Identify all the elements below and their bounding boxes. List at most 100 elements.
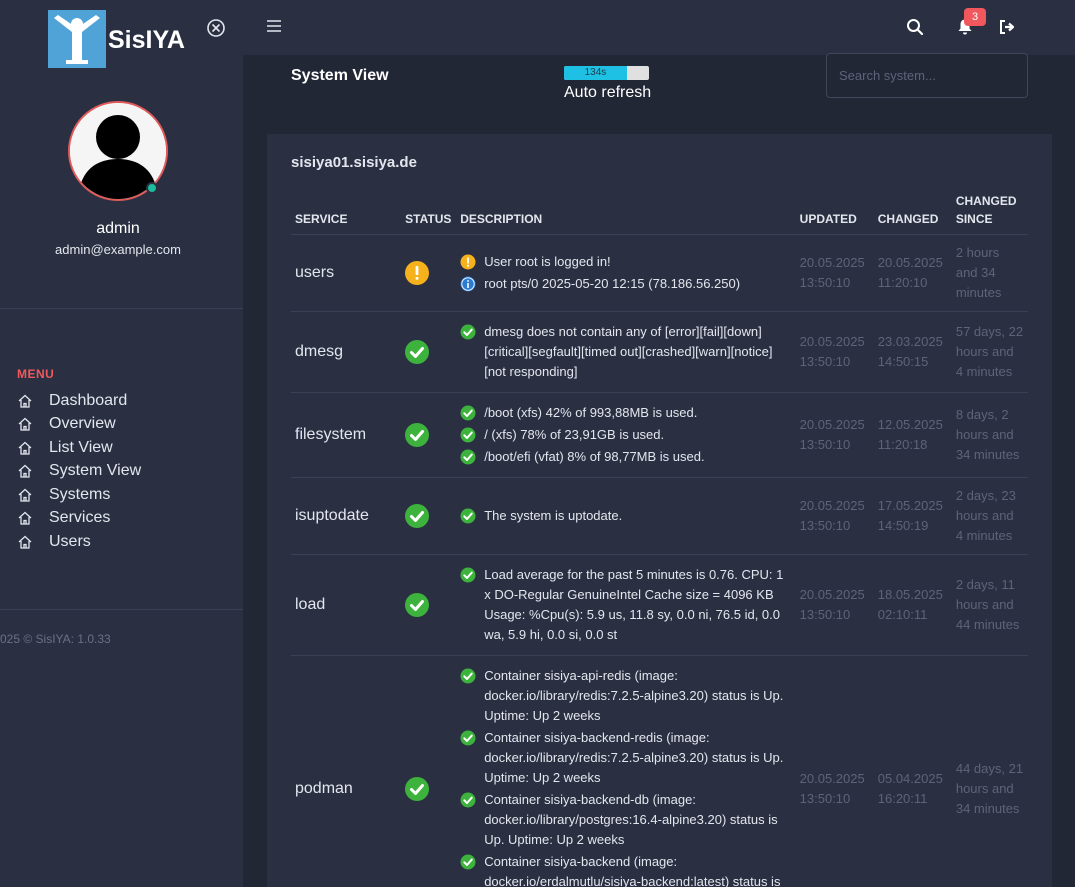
status-message: Container sisiya-backend (image: docker.… [460,852,791,887]
brand-logo[interactable] [48,10,106,68]
updated-time: 20.05.2025 13:50:10 [795,655,874,887]
search-icon[interactable] [906,18,924,36]
sidebar-item-services[interactable]: Services [17,507,141,531]
updated-time: 20.05.2025 13:50:10 [795,477,874,555]
sidebar-item-system-view[interactable]: System View [17,460,141,484]
status-message-text: /boot/efi (vfat) 8% of 98,77MB is used. [484,449,705,464]
check-icon [460,668,476,684]
updated-time: 20.05.2025 13:50:10 [795,392,874,478]
changed-time: 18.05.2025 02:10:11 [873,554,952,656]
table-row[interactable]: filesystem/boot (xfs) 42% of 993,88MB is… [291,392,1028,478]
ok-status-icon [405,423,430,447]
table-row[interactable]: dmesg dmesg does not contain any of [erro… [291,311,1028,393]
search-system-input[interactable] [826,53,1028,98]
column-header-status[interactable]: STATUS [401,192,457,235]
changed-time: 05.04.2025 16:20:11 [873,655,952,887]
service-name[interactable]: podman [291,655,402,887]
status-message-text: Container sisiya-backend-db (image: dock… [484,792,778,847]
check-icon [460,854,476,870]
status-message-text: Container sisiya-backend (image: docker.… [484,854,781,887]
ok-status-icon [405,340,430,364]
changed-since: 2 days, 11 hours and 44 minutes [951,554,1028,656]
sidebar-item-systems[interactable]: Systems [17,483,141,507]
service-name[interactable]: dmesg [291,311,402,393]
warning-status-icon [405,261,430,285]
sidebar-item-dashboard[interactable]: Dashboard [17,389,141,413]
status-message-text: User root is logged in! [484,254,611,269]
column-header-changed[interactable]: CHANGED [873,192,952,235]
check-icon [460,567,476,583]
home-icon [18,441,32,455]
home-icon [18,488,32,502]
warning-icon [460,254,476,270]
service-status [401,234,457,312]
home-icon [18,417,32,431]
updated-time: 20.05.2025 13:50:10 [795,311,874,393]
system-hostname: sisiya01.sisiya.de [291,154,417,171]
column-header-service[interactable]: SERVICE [291,192,402,235]
check-icon [460,427,476,443]
table-header-row: SERVICE STATUS DESCRIPTION UPDATED CHANG… [291,192,1028,235]
check-icon [460,792,476,808]
sidebar-divider [0,308,243,309]
menu-heading: MENU [17,367,55,381]
service-name[interactable]: load [291,554,402,656]
sidebar-nav: Dashboard Overview List View System View… [17,389,141,554]
refresh-progress-bar: 134s [564,66,649,80]
column-header-changed-since[interactable]: CHANGED SINCE [951,192,1028,235]
changed-since: 2 hours and 34 minutes [951,234,1028,312]
status-message-text: Container sisiya-api-redis (image: docke… [484,668,784,723]
status-message: /boot (xfs) 42% of 993,88MB is used. [460,403,791,423]
table-row[interactable]: users User root is logged in! root pts/0 2… [291,234,1028,312]
sidebar-item-list-view[interactable]: List View [17,436,141,460]
column-header-updated[interactable]: UPDATED [795,192,874,235]
status-message: root pts/0 2025-05-20 12:15 (78.186.56.2… [460,274,791,294]
table-row[interactable]: isuptodate The system is uptodate. 20.05.2… [291,477,1028,555]
service-description: /boot (xfs) 42% of 993,88MB is used. / (x… [456,392,796,478]
service-status [401,477,457,555]
hamburger-menu-icon[interactable] [266,18,282,34]
ok-status-icon [405,593,430,617]
logout-icon[interactable] [999,19,1017,35]
service-description: User root is logged in! root pts/0 2025-0… [456,234,796,312]
table-row[interactable]: load Load average for the past 5 minutes … [291,554,1028,656]
home-icon [18,535,32,549]
service-name[interactable]: users [291,234,402,312]
check-icon [460,449,476,465]
close-sidebar-icon[interactable] [206,18,226,38]
updated-time: 20.05.2025 13:50:10 [795,234,874,312]
status-message-text: /boot (xfs) 42% of 993,88MB is used. [484,405,698,420]
home-icon [18,394,32,408]
auto-refresh-label[interactable]: Auto refresh [564,84,651,102]
logo-figure-icon [48,10,106,68]
sidebar: SisIYA admin admin@example.com MENU Dash… [0,0,243,887]
notification-badge: 3 [964,8,986,26]
service-status [401,392,457,478]
service-name[interactable]: filesystem [291,392,402,478]
service-status [401,311,457,393]
status-message-text: / (xfs) 78% of 23,91GB is used. [484,427,665,442]
ok-status-icon [405,504,430,528]
online-status-dot [146,182,158,194]
table-row[interactable]: podman Container sisiya-api-redis (image:… [291,655,1028,887]
status-message: /boot/efi (vfat) 8% of 98,77MB is used. [460,447,791,467]
changed-since: 57 days, 22 hours and 4 minutes [951,311,1028,393]
changed-time: 23.03.2025 14:50:15 [873,311,952,393]
user-name: admin [96,220,140,237]
service-status [401,655,457,887]
changed-time: 20.05.2025 11:20:10 [873,234,952,312]
column-header-description[interactable]: DESCRIPTION [456,192,796,235]
info-icon [460,276,476,292]
service-name[interactable]: isuptodate [291,477,402,555]
status-message-text: root pts/0 2025-05-20 12:15 (78.186.56.2… [484,276,741,291]
check-icon [460,324,476,340]
changed-since: 2 days, 23 hours and 4 minutes [951,477,1028,555]
status-message: / (xfs) 78% of 23,91GB is used. [460,425,791,445]
system-card: sisiya01.sisiya.de SERVICE STATUS DESCRI… [267,134,1052,887]
status-message: The system is uptodate. [460,506,791,526]
service-description: Container sisiya-api-redis (image: docke… [456,655,796,887]
sidebar-item-overview[interactable]: Overview [17,413,141,437]
sidebar-item-users[interactable]: Users [17,530,141,554]
sidebar-item-label: Users [49,532,91,550]
footer-version: 025 © SisIYA: 1.0.33 [0,632,111,646]
